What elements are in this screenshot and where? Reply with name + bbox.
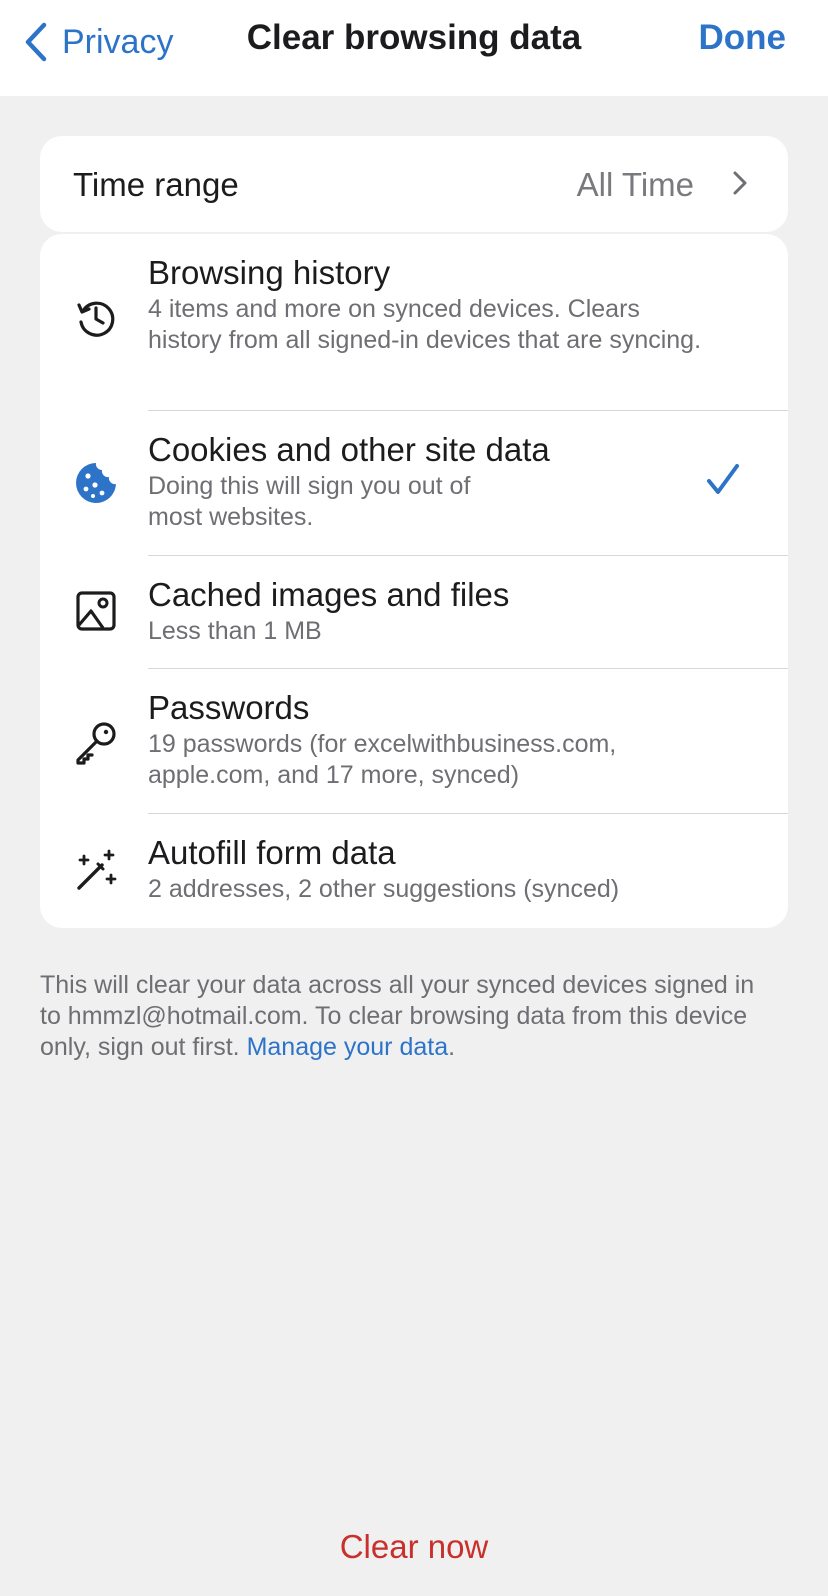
done-button[interactable]: Done: [699, 18, 787, 58]
chevron-left-icon: [25, 22, 47, 62]
item-title: Cached images and files: [148, 576, 510, 613]
item-title: Passwords: [148, 689, 310, 726]
data-types-list: Browsing history 4 items and more on syn…: [40, 234, 788, 928]
item-subtitle: Less than 1 MB: [148, 617, 322, 645]
chevron-right-icon: [733, 171, 747, 195]
list-item-passwords[interactable]: Passwords 19 passwords (for excelwithbus…: [40, 669, 788, 813]
image-icon: [76, 591, 116, 631]
item-subtitle: Doing this will sign you out of most web…: [148, 472, 471, 531]
back-button[interactable]: Privacy: [24, 20, 173, 64]
item-title: Browsing history: [148, 254, 391, 291]
item-title: Cookies and other site data: [148, 431, 550, 468]
clear-now-button[interactable]: Clear now: [340, 1528, 489, 1565]
footer-end: .: [448, 1033, 456, 1061]
item-title: Autofill form data: [148, 834, 396, 871]
item-subtitle: 2 addresses, 2 other suggestions (synced…: [148, 875, 620, 903]
time-range-value: All Time: [576, 166, 694, 203]
footer-note: This will clear your data across all you…: [40, 970, 760, 1063]
list-item-cookies[interactable]: Cookies and other site data Doing this w…: [40, 411, 788, 555]
back-button-label: Privacy: [62, 22, 174, 61]
list-item-browsing-history[interactable]: Browsing history 4 items and more on syn…: [40, 234, 788, 410]
clear-now-container: Clear now: [0, 1528, 828, 1566]
navigation-bar: Privacy Clear browsing data Done: [0, 0, 828, 96]
magic-wand-icon: [77, 849, 117, 890]
key-icon: [76, 722, 116, 765]
manage-data-link[interactable]: Manage your data: [247, 1033, 449, 1061]
time-range-row[interactable]: Time range All Time: [40, 136, 788, 232]
history-icon: [77, 301, 115, 337]
item-subtitle: 19 passwords (for excelwithbusiness.com,…: [148, 730, 617, 789]
list-item-cached-images[interactable]: Cached images and files Less than 1 MB: [40, 556, 788, 668]
list-item-autofill[interactable]: Autofill form data 2 addresses, 2 other …: [40, 814, 788, 928]
time-range-label: Time range: [73, 166, 239, 203]
cookie-icon: [76, 463, 116, 503]
item-subtitle: 4 items and more on synced devices. Clea…: [148, 295, 702, 354]
checkmark-icon: [707, 464, 739, 494]
